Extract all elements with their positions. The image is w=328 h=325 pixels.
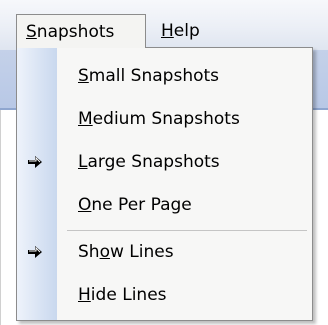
- mnemonic-letter: H: [161, 21, 174, 41]
- mnemonic-letter: H: [78, 285, 91, 305]
- menu-item-large-snapshots[interactable]: Large Snapshots: [17, 144, 312, 180]
- mnemonic-letter: S: [26, 22, 37, 42]
- menu-item-one-per-page[interactable]: One Per Page: [17, 187, 312, 223]
- mnemonic-letter: O: [78, 195, 92, 215]
- menu-item-small-snapshots[interactable]: Small Snapshots: [17, 58, 312, 94]
- menu-item-show-lines[interactable]: Show Lines: [17, 234, 312, 270]
- mnemonic-letter: M: [78, 109, 93, 129]
- menu-item-label: Medium Snapshots: [78, 109, 240, 129]
- snapshots-dropdown-menu: Small Snapshots Medium Snapshots Large S…: [16, 47, 313, 321]
- menu-separator: [67, 230, 307, 231]
- background-divider: [0, 110, 1, 325]
- mnemonic-letter: o: [99, 242, 110, 262]
- menu-item-label: Hide Lines: [78, 285, 167, 305]
- menu-item-label: One Per Page: [78, 195, 192, 215]
- menu-help-label: Help: [161, 21, 200, 41]
- menu-snapshots-label: Snapshots: [26, 22, 115, 42]
- radio-bullet-arrow-icon: [26, 244, 44, 260]
- menu-item-label: Large Snapshots: [78, 152, 220, 172]
- radio-bullet-arrow-icon: [26, 154, 44, 170]
- menu-item-hide-lines[interactable]: Hide Lines: [17, 277, 312, 313]
- menu-item-label: Small Snapshots: [78, 66, 220, 86]
- menu-help[interactable]: Help: [152, 14, 212, 48]
- menu-snapshots[interactable]: Snapshots: [16, 14, 146, 48]
- menu-item-label: Show Lines: [78, 242, 174, 262]
- mnemonic-letter: L: [78, 152, 88, 172]
- menu-item-medium-snapshots[interactable]: Medium Snapshots: [17, 101, 312, 137]
- app-window: Snapshots Help Small Snapshots Medium Sn…: [0, 0, 328, 325]
- mnemonic-letter: S: [78, 66, 89, 86]
